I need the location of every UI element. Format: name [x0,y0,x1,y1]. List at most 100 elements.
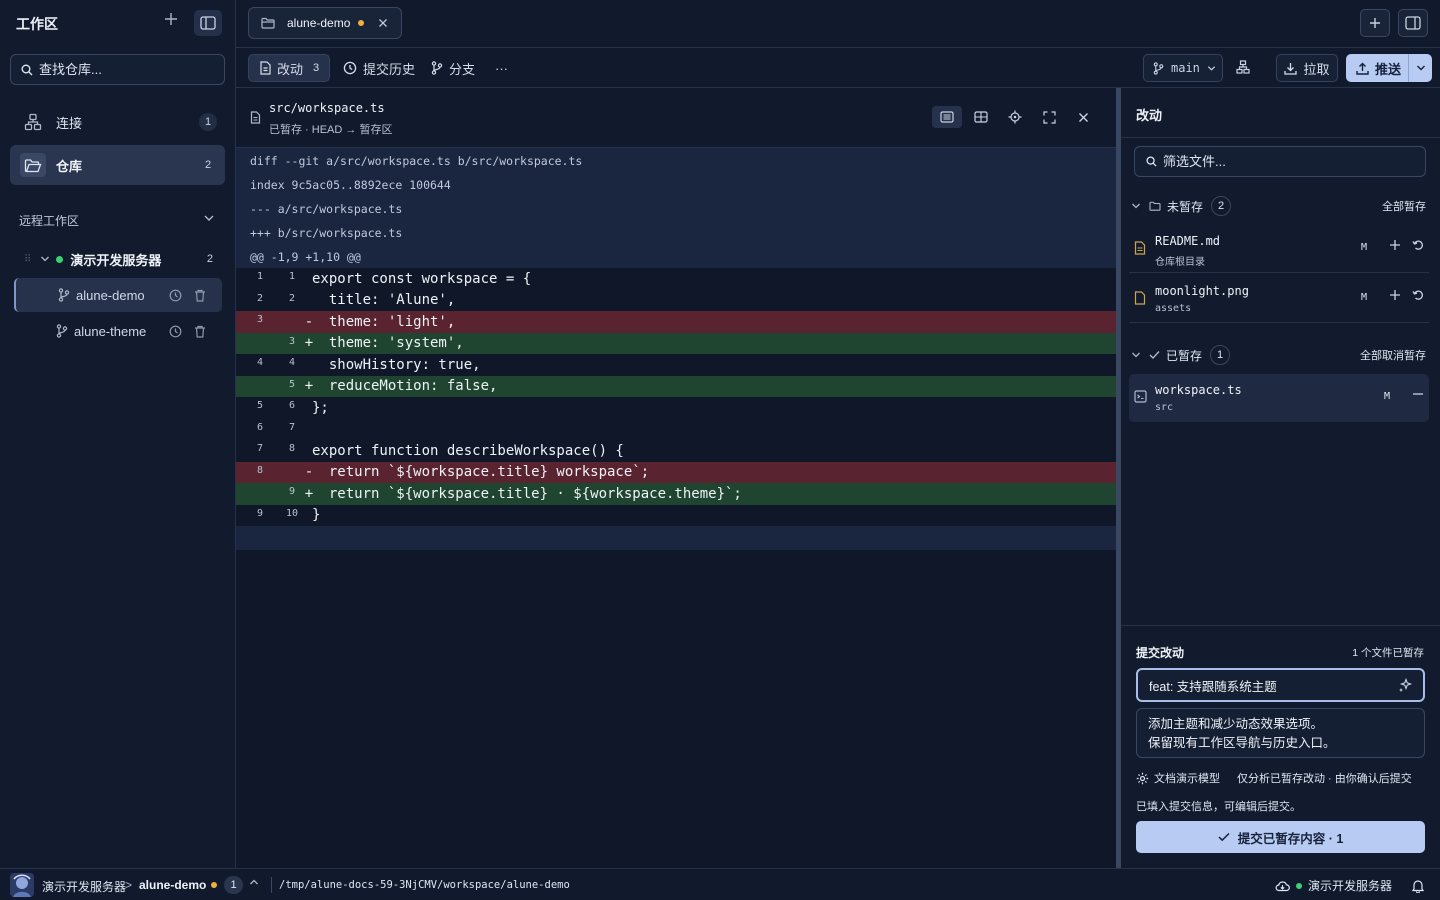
chevron-down-icon[interactable] [1131,201,1141,211]
diff-line-add: 3 + theme: 'system', [236,332,1116,354]
trash-icon[interactable] [194,325,206,338]
pull-button[interactable]: 拉取 [1276,54,1338,82]
status-change-count: 1 [224,876,243,894]
search-icon [21,64,33,76]
push-button[interactable]: 推送 [1346,54,1432,82]
discard-undo-icon[interactable] [1412,239,1424,251]
toggle-sidebar-button[interactable] [194,10,222,36]
status-server[interactable]: 演示开发服务器 [42,878,126,895]
repo-search[interactable] [10,54,225,85]
close-icon[interactable] [1068,106,1098,128]
cloud-icon [1275,880,1290,892]
chevron-down-icon[interactable] [40,254,50,264]
server-name: 演示开发服务器 [70,252,162,268]
sparkle-icon[interactable] [1398,678,1413,693]
diff-line-ctx: 5 6}; [236,397,1116,419]
commit-button-label: 提交已暂存内容 · 1 [1237,831,1344,846]
commit-filled-hint: 已填入提交信息，可编辑后提交。 [1136,801,1301,813]
tab-history[interactable]: 提交历史 [343,54,415,82]
commit-staged-button[interactable]: 提交已暂存内容 · 1 [1136,821,1425,853]
check-icon [1149,350,1160,360]
diff-line-text: showHistory: true, [312,356,481,373]
pull-label: 拉取 [1303,61,1330,77]
tab-branches-label: 分支 [449,61,476,77]
tab-changes-label: 改动 [277,61,304,77]
chevron-down-icon[interactable] [1131,350,1141,360]
nav-repositories-count: 2 [204,159,212,171]
commit-body-textarea[interactable]: 添加主题和减少动态效果选项。 保留现有工作区导航与历史入口。 [1136,708,1425,758]
tab-changes[interactable]: 改动 3 [248,54,331,82]
chevron-down-icon[interactable] [203,212,215,224]
stage-file-plus-icon[interactable] [1389,289,1401,301]
nav-repositories-label: 仓库 [56,158,83,174]
diff-old-line-number: 8 [256,464,264,476]
hierarchy-icon[interactable] [1236,60,1250,74]
remote-workspace-label: 远程工作区 [19,214,80,228]
status-repo[interactable]: alune-demo [139,878,206,892]
file-diff-icon [259,61,271,75]
branch-selector[interactable]: main [1143,54,1223,82]
unstaged-section-header[interactable]: 未暂存 2 全部暂存 [1131,196,1431,216]
stage-all-button[interactable]: 全部暂存 [1382,198,1426,214]
history-icon [343,61,357,75]
nav-connections[interactable]: 连接 1 [10,102,225,142]
diff-header: src/workspace.ts 已暂存 · HEAD → 暂存区 [236,88,1116,148]
close-icon[interactable] [378,18,388,28]
diff-new-line-number: 3 [288,335,296,347]
new-tab-button[interactable] [1360,9,1390,37]
staged-section-header[interactable]: 已暂存 1 全部取消暂存 [1131,345,1431,365]
toggle-panel-button[interactable] [1398,9,1428,37]
check-icon [1218,832,1230,842]
push-options-chevron-icon[interactable] [1408,54,1432,82]
diff-line-ctx: 9 10} [236,505,1116,527]
history-icon[interactable] [169,289,182,302]
unstage-all-button[interactable]: 全部取消暂存 [1360,347,1426,363]
staged-file-row[interactable]: workspace.ts src M [1129,374,1429,422]
unstage-minus-icon[interactable] [1412,388,1424,400]
diff-meta-line: --- a/src/workspace.ts [250,202,403,216]
diff-new-line-number: 10 [285,507,299,519]
more-button[interactable]: ··· [495,54,508,82]
unified-view-icon[interactable] [932,106,962,128]
sidebar-title: 工作区 [16,16,58,32]
file-filter-input[interactable] [1163,154,1403,169]
diff-new-line-number: 9 [288,486,296,497]
status-right-server[interactable]: 演示开发服务器 [1308,877,1392,894]
file-icon [1134,241,1146,255]
trash-icon[interactable] [194,289,206,302]
diff-new-line-number: 4 [288,357,296,368]
commit-panel: 提交改动 1 个文件已暂存 添加主题和减少动态效果选项。 保留现有工作区导航与历… [1121,625,1440,868]
drag-handle-icon[interactable]: ⠿ [24,254,31,265]
split-view-icon[interactable] [966,106,996,128]
tab-label: alune-demo [287,16,351,30]
tab-alune-demo[interactable]: alune-demo [248,7,402,39]
file-name: README.md [1155,234,1221,248]
diff-meta-line: +++ b/src/workspace.ts [250,226,403,240]
nav-repositories[interactable]: 仓库 2 [10,145,225,185]
fullscreen-icon[interactable] [1034,106,1064,128]
history-icon[interactable] [169,325,182,338]
avatar[interactable] [10,873,34,897]
unstaged-file-row[interactable]: README.md 仓库根目录 M [1129,225,1429,273]
tab-branches[interactable]: 分支 [431,54,475,82]
file-filter[interactable] [1134,146,1426,177]
commit-title: 提交改动 [1136,646,1185,660]
model-selector[interactable]: 文档演示模型 [1136,770,1220,786]
status-path: /tmp/alune-docs-59-3NjCMV/workspace/alun… [279,879,570,891]
bell-icon[interactable] [1412,879,1424,893]
repo-search-input[interactable] [39,62,209,77]
nav-connections-count: 1 [199,113,217,131]
repo-item-alune-theme[interactable]: alune-theme [14,314,222,348]
chevron-down-icon [1207,64,1216,73]
locate-icon[interactable] [1000,106,1030,128]
commit-subject-input[interactable] [1149,678,1389,692]
add-workspace-icon[interactable] [164,12,184,34]
discard-undo-icon[interactable] [1412,289,1424,301]
diff-old-line-number: 3 [256,314,264,325]
chevron-up-icon[interactable] [249,877,259,887]
server-group[interactable]: ⠿ 演示开发服务器 2 [24,249,224,269]
repo-item-alune-demo[interactable]: alune-demo [14,278,222,312]
stage-file-plus-icon[interactable] [1389,239,1401,251]
commit-subject-field[interactable] [1136,668,1425,702]
unstaged-file-row[interactable]: moonlight.png assets M [1129,275,1429,323]
